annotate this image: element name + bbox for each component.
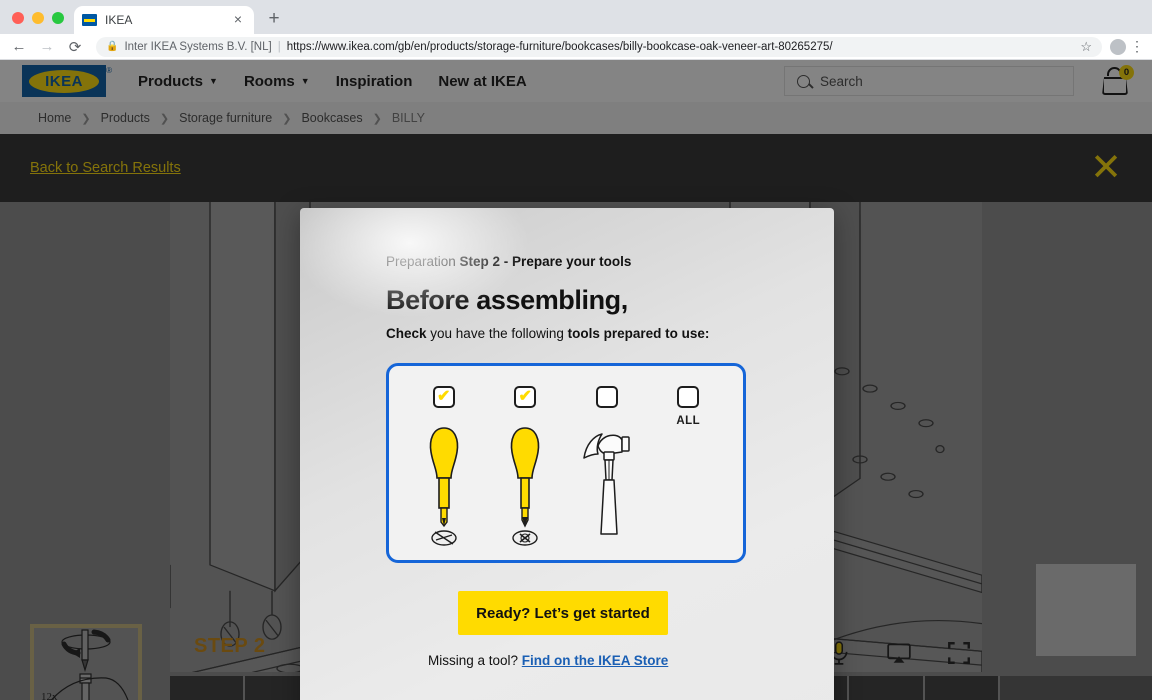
breadcrumb: Home ❯ Products ❯ Storage furniture ❯ Bo… xyxy=(0,102,1152,134)
get-started-button[interactable]: Ready? Let’s get started xyxy=(458,591,668,635)
browser-window: IKEA × + ← → ⟳ 🔒 Inter IKEA Systems B.V.… xyxy=(0,0,1152,700)
chevron-down-icon: ▼ xyxy=(300,76,310,86)
phillips-screwdriver-icon xyxy=(496,422,554,547)
address-bar[interactable]: 🔒 Inter IKEA Systems B.V. [NL] | https:/… xyxy=(96,36,1102,57)
chevron-down-icon: ▼ xyxy=(209,76,218,86)
main-navigation: Products ▼ Rooms ▼ Inspiration New at IK… xyxy=(138,73,527,90)
ikea-logo[interactable]: IKEA ® xyxy=(22,65,112,97)
close-tab-icon[interactable]: × xyxy=(230,12,246,28)
site-identity-label: Inter IKEA Systems B.V. [NL] xyxy=(124,40,272,53)
nav-item-inspiration[interactable]: Inspiration xyxy=(336,73,413,90)
profile-avatar[interactable] xyxy=(1110,38,1126,55)
tool-claw-hammer xyxy=(571,386,643,547)
breadcrumb-separator-icon: ❯ xyxy=(282,112,292,125)
web-page: IKEA ® Products ▼ Rooms ▼ Inspiration Ne… xyxy=(0,60,1152,700)
checkbox-phillips-screwdriver[interactable]: ✔ xyxy=(514,386,537,408)
modal-eyebrow-prefix: Preparation xyxy=(386,254,460,269)
tool-flathead-screwdriver: ✔ xyxy=(408,386,480,547)
omnibox-separator: | xyxy=(277,40,281,53)
url-text: https://www.ikea.com/gb/en/products/stor… xyxy=(286,40,833,53)
tool-phillips-screwdriver: ✔ xyxy=(489,386,561,547)
modal-subtitle-check: Check xyxy=(386,326,427,341)
registered-mark: ® xyxy=(106,66,112,75)
breadcrumb-item-billy: BILLY xyxy=(391,111,425,125)
breadcrumb-separator-icon: ❯ xyxy=(159,112,170,125)
site-header: IKEA ® Products ▼ Rooms ▼ Inspiration Ne… xyxy=(0,60,1152,102)
nav-label: Rooms xyxy=(243,72,295,90)
flathead-screwdriver-icon xyxy=(415,422,473,547)
progress-segment[interactable] xyxy=(925,676,1000,700)
breadcrumb-separator-icon: ❯ xyxy=(372,112,382,125)
forward-button[interactable]: → xyxy=(34,34,60,60)
breadcrumb-item-storage-furniture[interactable]: Storage furniture xyxy=(179,111,272,125)
tool-select-all: ALL xyxy=(652,386,724,427)
tools-checklist-panel: ✔ ✔ ALL xyxy=(386,363,746,563)
select-all-label: ALL xyxy=(676,415,701,427)
modal-subtitle: Check you have the following tools prepa… xyxy=(386,326,794,341)
nav-label: New at IKEA xyxy=(438,72,527,90)
modal-subtitle-tail: tools prepared to use: xyxy=(567,326,710,341)
cast-icon[interactable] xyxy=(886,640,912,666)
nav-label: Products xyxy=(138,72,204,90)
search-placeholder: Search xyxy=(820,73,863,89)
checkbox-claw-hammer[interactable] xyxy=(595,386,618,408)
close-window-button[interactable] xyxy=(12,12,24,24)
claw-hammer-icon xyxy=(578,422,636,547)
cart-count-badge: 0 xyxy=(1119,65,1134,80)
search-input[interactable]: Search xyxy=(784,66,1074,96)
ikea-logo-text: IKEA xyxy=(29,69,99,93)
step-thumbnail[interactable]: 12x xyxy=(30,624,142,700)
find-on-ikea-store-link[interactable]: Find on the IKEA Store xyxy=(522,653,669,668)
tab-title: IKEA xyxy=(105,13,133,27)
cart-button[interactable]: 0 xyxy=(1100,65,1134,95)
thumbnail-count-label: 12x xyxy=(41,691,58,700)
progress-segment[interactable] xyxy=(849,676,925,700)
breadcrumb-item-products[interactable]: Products xyxy=(101,111,150,125)
modal-eyebrow: Preparation Step 2 - Prepare your tools xyxy=(386,254,794,269)
check-icon: ✔ xyxy=(437,388,451,405)
browser-tab[interactable]: IKEA × xyxy=(74,6,254,34)
nav-label: Inspiration xyxy=(335,72,413,90)
breadcrumb-item-home[interactable]: Home xyxy=(38,111,71,125)
back-to-search-results-link[interactable]: Back to Search Results xyxy=(30,160,181,176)
checkbox-flathead-screwdriver[interactable]: ✔ xyxy=(432,386,455,408)
tab-strip: IKEA × + xyxy=(0,0,1152,34)
breadcrumb-separator-icon: ❯ xyxy=(81,112,91,125)
browser-toolbar: ← → ⟳ 🔒 Inter IKEA Systems B.V. [NL] | h… xyxy=(0,34,1152,60)
reload-button[interactable]: ⟳ xyxy=(62,34,88,60)
viewer-topbar: Back to Search Results ✕ xyxy=(0,134,1152,202)
modal-title: Before assembling, xyxy=(386,285,628,315)
nav-item-rooms[interactable]: Rooms ▼ xyxy=(244,73,310,90)
nav-item-products[interactable]: Products ▼ xyxy=(138,73,218,90)
lock-icon: 🔒 xyxy=(106,41,119,52)
check-icon: ✔ xyxy=(518,388,532,405)
modal-subtitle-mid: you have the following xyxy=(426,326,568,341)
prepare-tools-modal: Preparation Step 2 - Prepare your tools … xyxy=(300,208,834,700)
step-label: STEP 2 xyxy=(194,635,266,657)
back-button[interactable]: ← xyxy=(6,34,32,60)
missing-tool-label: Missing a tool? xyxy=(428,653,522,668)
search-icon xyxy=(797,74,810,88)
maximize-window-button[interactable] xyxy=(52,12,64,24)
browser-menu-icon[interactable]: ⋮ xyxy=(1128,38,1146,55)
close-viewer-button[interactable]: ✕ xyxy=(1090,149,1122,187)
nav-item-new-at-ikea[interactable]: New at IKEA xyxy=(438,73,526,90)
window-controls xyxy=(8,12,74,34)
modal-eyebrow-step: Step 2 - Prepare your tools xyxy=(459,254,632,269)
side-preview-panel xyxy=(1036,564,1136,656)
minimize-window-button[interactable] xyxy=(32,12,44,24)
progress-tail xyxy=(999,676,1152,700)
bookmark-star-icon[interactable]: ☆ xyxy=(1080,39,1092,55)
viewer-tool-buttons xyxy=(826,640,972,666)
checkbox-select-all[interactable] xyxy=(677,386,700,408)
new-tab-button[interactable]: + xyxy=(260,5,288,33)
fullscreen-icon[interactable] xyxy=(946,640,972,666)
progress-segment[interactable] xyxy=(170,676,246,700)
ikea-favicon-icon xyxy=(82,14,97,26)
missing-tool-text: Missing a tool? Find on the IKEA Store xyxy=(428,653,794,668)
breadcrumb-item-bookcases[interactable]: Bookcases xyxy=(301,111,362,125)
